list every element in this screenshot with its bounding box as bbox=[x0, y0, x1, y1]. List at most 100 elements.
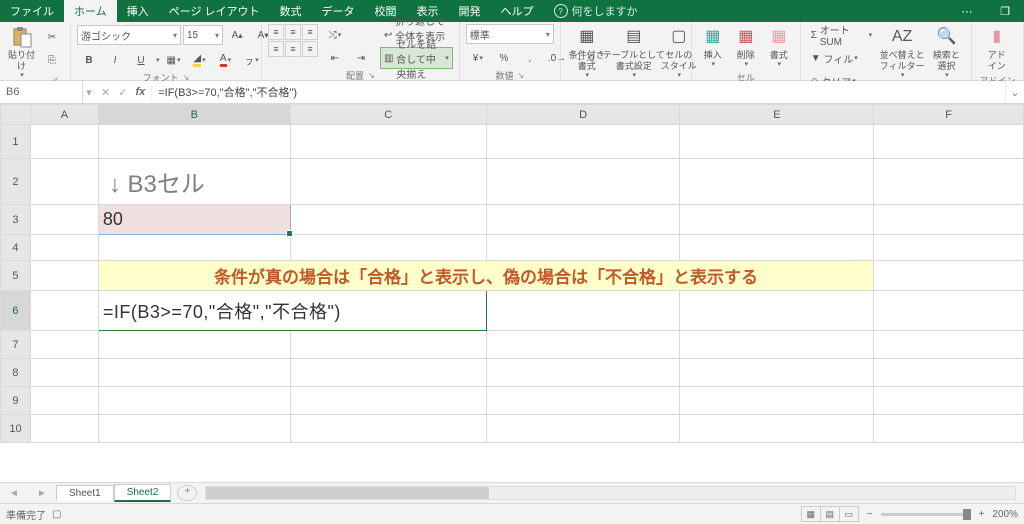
font-color-button[interactable]: A▾ bbox=[214, 49, 238, 71]
tab-file[interactable]: ファイル bbox=[0, 0, 64, 22]
enter-formula-icon[interactable]: ✓ bbox=[118, 86, 127, 99]
sort-filter-button[interactable]: AZ並べ替えと フィルター▾ bbox=[879, 24, 925, 82]
row-header-4[interactable]: 4 bbox=[1, 235, 31, 261]
sheet-nav-prev-icon[interactable]: ◄ bbox=[0, 488, 28, 499]
row-header-8[interactable]: 8 bbox=[1, 359, 31, 387]
row-header-6[interactable]: 6 bbox=[1, 291, 31, 331]
tell-me[interactable]: ? 何をしますか bbox=[554, 3, 638, 19]
row-header-2[interactable]: 2 bbox=[1, 159, 31, 205]
col-header-D[interactable]: D bbox=[486, 105, 680, 125]
namebox-dropdown-icon[interactable]: ▾ bbox=[83, 86, 95, 99]
increase-indent-button[interactable]: ⇥ bbox=[349, 47, 373, 69]
find-select-button[interactable]: 🔍検索と 選択▾ bbox=[928, 24, 965, 82]
sheet-tab-2[interactable]: Sheet2 bbox=[114, 484, 172, 502]
cell-B3[interactable]: 80 bbox=[98, 205, 290, 235]
insert-icon: ▦ bbox=[702, 26, 724, 48]
percent-button[interactable]: % bbox=[492, 47, 516, 69]
tab-insert[interactable]: 挿入 bbox=[117, 0, 159, 22]
zoom-out-button[interactable]: − bbox=[867, 509, 873, 520]
cell-B2[interactable]: ↓ B3セル bbox=[98, 159, 290, 205]
format-cells-button[interactable]: ▦書式▾ bbox=[764, 24, 794, 71]
row-header-10[interactable]: 10 bbox=[1, 415, 31, 443]
orientation-button[interactable]: ⤮▾ bbox=[323, 24, 347, 46]
col-header-B[interactable]: B bbox=[98, 105, 290, 125]
insert-cells-button[interactable]: ▦挿入▾ bbox=[698, 24, 728, 71]
delete-icon: ▦ bbox=[735, 26, 757, 48]
tab-developer[interactable]: 開発 bbox=[449, 0, 491, 22]
col-header-C[interactable]: C bbox=[290, 105, 486, 125]
select-all-corner[interactable] bbox=[1, 105, 31, 125]
underline-button[interactable]: U bbox=[129, 49, 153, 71]
sheet-tab-1[interactable]: Sheet1 bbox=[56, 485, 114, 501]
ribbon: 貼り付け▾ ✂ ⎘ 🖌 クリップボード↘ 游ゴシック▾ 15▾ A▴ A▾ bbox=[0, 22, 1024, 81]
col-header-A[interactable]: A bbox=[30, 105, 98, 125]
col-header-F[interactable]: F bbox=[874, 105, 1024, 125]
table-icon: ▤ bbox=[623, 26, 645, 48]
alignment-grid[interactable]: ≡≡≡≡≡≡ bbox=[268, 24, 318, 57]
new-sheet-button[interactable]: + bbox=[177, 485, 197, 501]
formula-bar-expand-icon[interactable]: ⌄ bbox=[1005, 81, 1024, 103]
zoom-level[interactable]: 200% bbox=[992, 509, 1018, 520]
decrease-indent-button[interactable]: ⇤ bbox=[323, 47, 347, 69]
merge-center-button[interactable]: ▥ セルを結合して中央揃え▾ bbox=[380, 47, 453, 69]
italic-button[interactable]: I bbox=[103, 49, 127, 71]
bulb-icon: ? bbox=[554, 4, 568, 18]
fill-button[interactable]: ▼ フィル▾ bbox=[807, 47, 876, 69]
addin-button[interactable]: ▮アド イン bbox=[978, 24, 1016, 74]
formula-input[interactable] bbox=[152, 81, 1005, 103]
number-format-combo[interactable]: 標準▾ bbox=[466, 24, 554, 44]
tab-page-layout[interactable]: ページ レイアウト bbox=[159, 0, 270, 22]
spreadsheet-grid[interactable]: A B C D E F 1 2 ↓ B3セル 3 80 4 5 条件が真の場合は「合格… bbox=[0, 104, 1024, 482]
tab-help[interactable]: ヘルプ bbox=[491, 0, 544, 22]
cell-B6-active[interactable]: =IF(B3>=70,"合格","不合格") bbox=[98, 291, 486, 331]
fill-color-button[interactable]: ◢▾ bbox=[188, 49, 212, 71]
row-header-3[interactable]: 3 bbox=[1, 205, 31, 235]
name-box[interactable]: B6 bbox=[0, 81, 83, 103]
row-header-1[interactable]: 1 bbox=[1, 125, 31, 159]
bold-button[interactable]: B bbox=[77, 49, 101, 71]
macro-record-icon[interactable]: ▢ bbox=[52, 509, 61, 520]
increase-font-button[interactable]: A▴ bbox=[225, 24, 249, 46]
cut-button[interactable]: ✂ bbox=[40, 26, 64, 48]
accounting-button[interactable]: ¥▾ bbox=[466, 47, 490, 69]
border-icon: ▦ bbox=[167, 55, 176, 66]
tab-formulas[interactable]: 数式 bbox=[270, 0, 312, 22]
status-bar: 準備完了 ▢ ▦▤▭ − + 200% bbox=[0, 503, 1024, 524]
comma-button[interactable]: , bbox=[518, 47, 542, 69]
sigma-icon: Σ bbox=[811, 30, 817, 41]
row-header-5[interactable]: 5 bbox=[1, 261, 31, 291]
format-as-table-button[interactable]: ▤テーブルとして 書式設定▾ bbox=[610, 24, 658, 82]
font-size-combo[interactable]: 15▾ bbox=[183, 25, 223, 45]
row-header-9[interactable]: 9 bbox=[1, 387, 31, 415]
paste-button[interactable]: 貼り付け▾ bbox=[6, 24, 37, 82]
bucket-icon: ◢ bbox=[193, 53, 201, 67]
conditional-formatting-button[interactable]: ▦条件付き 書式▾ bbox=[567, 24, 607, 82]
zoom-slider[interactable] bbox=[881, 513, 971, 516]
sheet-nav-next-icon[interactable]: ► bbox=[28, 488, 56, 499]
fx-icon[interactable]: fx bbox=[135, 86, 145, 98]
phonetic-button[interactable]: ㇷ▾ bbox=[240, 49, 264, 71]
zoom-in-button[interactable]: + bbox=[979, 509, 985, 520]
row-header-7[interactable]: 7 bbox=[1, 331, 31, 359]
horizontal-scrollbar[interactable] bbox=[205, 486, 1016, 500]
wrap-icon: ↩ bbox=[384, 30, 392, 41]
col-header-E[interactable]: E bbox=[680, 105, 874, 125]
autosum-button[interactable]: Σ オート SUM▾ bbox=[807, 24, 876, 46]
window-restore-icon[interactable]: ❐ bbox=[986, 0, 1024, 22]
font-name-combo[interactable]: 游ゴシック▾ bbox=[77, 25, 181, 45]
paste-icon bbox=[11, 26, 33, 48]
window-options-icon[interactable]: ⋯ bbox=[948, 0, 986, 22]
delete-cells-button[interactable]: ▦削除▾ bbox=[731, 24, 761, 71]
cancel-formula-icon[interactable]: ✕ bbox=[101, 86, 110, 99]
cell-B5-E5-merged[interactable]: 条件が真の場合は「合格」と表示し、偽の場合は「不合格」と表示する bbox=[98, 261, 873, 291]
scissors-icon: ✂ bbox=[48, 32, 56, 43]
tab-data[interactable]: データ bbox=[312, 0, 365, 22]
border-button[interactable]: ▦▾ bbox=[162, 49, 186, 71]
status-ready: 準備完了 bbox=[6, 507, 46, 522]
view-buttons[interactable]: ▦▤▭ bbox=[802, 506, 859, 522]
fill-icon: ▼ bbox=[811, 53, 821, 64]
copy-button[interactable]: ⎘ bbox=[40, 49, 64, 71]
search-icon: 🔍 bbox=[935, 26, 957, 48]
addin-icon: ▮ bbox=[986, 26, 1008, 48]
tab-home[interactable]: ホーム bbox=[64, 0, 117, 22]
